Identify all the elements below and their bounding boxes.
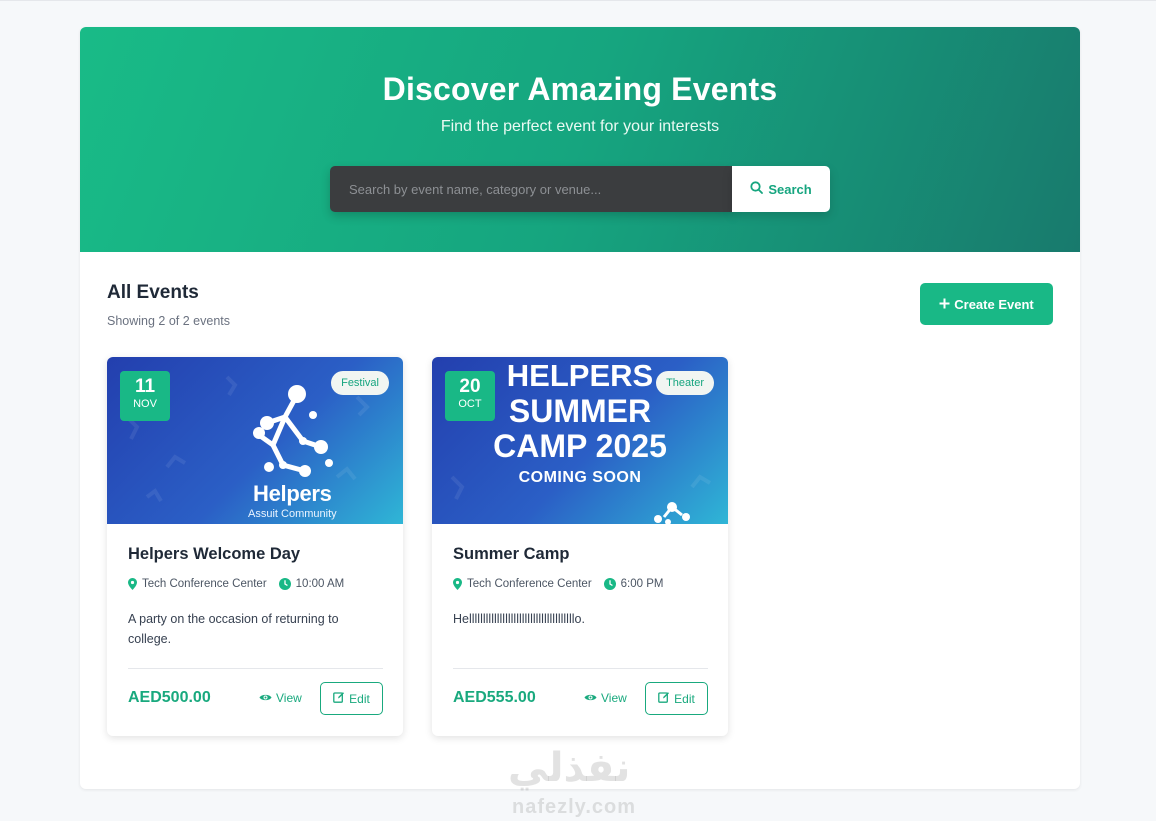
event-meta: Tech Conference Center 6:00 PM xyxy=(453,578,663,590)
plus-icon xyxy=(939,297,950,312)
event-price: AED555.00 xyxy=(453,689,536,706)
view-label: View xyxy=(601,691,627,705)
view-label: View xyxy=(276,691,302,705)
poster-line: COMING SOON xyxy=(518,469,642,486)
event-time: 10:00 AM xyxy=(295,578,345,590)
poster-line: CAMP 2025 xyxy=(493,428,667,464)
hero-banner: Discover Amazing Events Find the perfect… xyxy=(80,27,1080,252)
card-divider xyxy=(128,668,383,669)
event-title: Summer Camp xyxy=(453,545,570,563)
card-divider xyxy=(453,668,708,669)
map-pin-icon xyxy=(128,578,137,590)
event-venue: Tech Conference Center xyxy=(142,578,267,590)
date-month: OCT xyxy=(458,398,482,410)
event-title: Helpers Welcome Day xyxy=(128,545,301,563)
event-image: 11 NOV Festival Helpers Assuit Community xyxy=(107,357,403,524)
edit-icon xyxy=(333,691,345,706)
event-time: 6:00 PM xyxy=(620,578,664,590)
date-day: 20 xyxy=(459,376,481,397)
create-event-button[interactable]: Create Event xyxy=(920,283,1053,325)
watermark-arabic: نفذلي xyxy=(508,746,631,790)
date-badge: 20 OCT xyxy=(445,371,495,421)
category-badge: Theater xyxy=(656,371,714,395)
watermark-latin: nafezly.com xyxy=(512,796,636,818)
edit-label: Edit xyxy=(674,691,695,706)
map-pin-icon xyxy=(453,578,462,590)
eye-icon xyxy=(259,691,272,705)
search-input[interactable] xyxy=(330,166,733,212)
search-button[interactable]: Search xyxy=(732,166,830,212)
date-month: NOV xyxy=(133,398,157,410)
section-title: All Events xyxy=(107,282,199,303)
edit-button[interactable]: Edit xyxy=(645,682,708,715)
clock-icon xyxy=(278,578,291,590)
edit-label: Edit xyxy=(349,691,370,706)
poster-subtitle: Assuit Community xyxy=(248,508,337,520)
create-event-label: Create Event xyxy=(954,296,1034,312)
event-venue: Tech Conference Center xyxy=(467,578,592,590)
event-price: AED500.00 xyxy=(128,689,211,706)
search-icon xyxy=(750,181,764,197)
event-description: A party on the occasion of returning to … xyxy=(128,612,339,646)
event-image: HELPERS SUMMER CAMP 2025 COMING SOON 20 … xyxy=(432,357,728,524)
event-meta: Tech Conference Center 10:00 AM xyxy=(128,578,344,590)
date-badge: 11 NOV xyxy=(120,371,170,421)
category-badge: Festival xyxy=(331,371,389,395)
event-description: Hellllllllllllllllllllllllllllllllllllll… xyxy=(453,612,585,626)
eye-icon xyxy=(584,691,597,705)
search-button-label: Search xyxy=(768,181,812,197)
edit-icon xyxy=(658,691,670,706)
hero-subtitle: Find the perfect event for your interest… xyxy=(440,118,720,135)
view-button[interactable]: View xyxy=(584,691,627,705)
date-day: 11 xyxy=(134,376,156,397)
top-border xyxy=(0,0,1156,1)
main-panel: Discover Amazing Events Find the perfect… xyxy=(80,27,1080,789)
view-button[interactable]: View xyxy=(259,691,302,705)
edit-button[interactable]: Edit xyxy=(320,682,383,715)
event-card[interactable]: 11 NOV Festival Helpers Assuit Community… xyxy=(107,357,403,736)
hero-title: Discover Amazing Events xyxy=(382,71,778,107)
events-count: Showing 2 of 2 events xyxy=(107,314,230,328)
poster-title: Helpers xyxy=(253,481,332,506)
event-card[interactable]: HELPERS SUMMER CAMP 2025 COMING SOON 20 … xyxy=(432,357,728,736)
clock-icon xyxy=(603,578,616,590)
